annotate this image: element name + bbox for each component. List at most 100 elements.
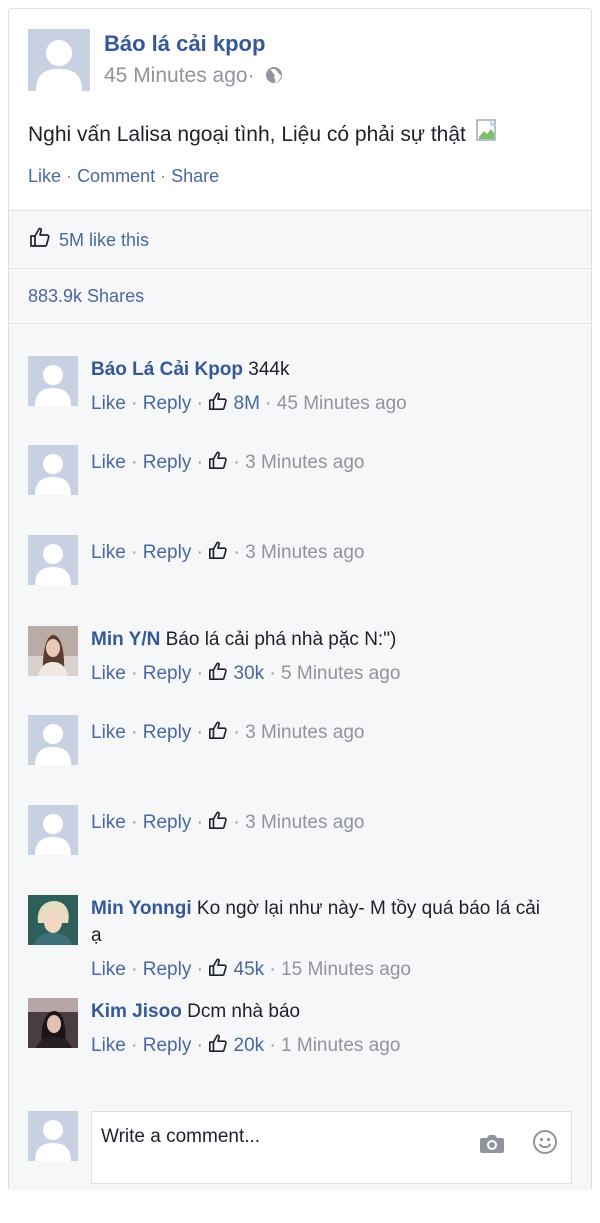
comment-author[interactable]: Báo Lá Cải Kpop [91,359,243,380]
thumbs-up-icon [30,227,50,247]
comment-text: Báo lá cải phá nhà pặc N:") [165,629,397,650]
comment-like-link[interactable]: Like [91,663,126,684]
comment-like-count[interactable]: 20k [234,1035,265,1056]
avatar[interactable] [28,356,78,406]
comment-like-link[interactable]: Like [91,1035,126,1056]
comment-like-link[interactable]: Like [91,812,126,833]
separator: · [259,393,277,414]
comment-item: Like · Reply · · 3 Minutes ago [28,445,573,497]
shares-count[interactable]: 883.9k Shares [28,286,144,307]
separator: · [125,663,143,684]
comment-actions: Like · Reply · · 3 Minutes ago [91,809,571,836]
separator: · [125,959,143,980]
avatar [28,1111,78,1161]
separator: · [125,722,143,743]
comment-time: 3 Minutes ago [245,452,365,473]
avatar[interactable] [28,715,78,765]
thumbs-up-icon [209,392,227,410]
comment-reply-link[interactable]: Reply [143,1035,192,1056]
comment-body: Like · Reply · · 3 Minutes ago [91,445,571,476]
author-avatar[interactable] [28,29,90,91]
comment-like-link[interactable]: Like [91,542,126,563]
comment-author[interactable]: Kim Jisoo [91,1001,182,1022]
separator: · [191,1035,209,1056]
comment-actions: Like · Reply · · 3 Minutes ago [91,719,571,746]
comment-like-count[interactable]: 8M [234,393,260,414]
separator: · [191,722,209,743]
avatar[interactable] [28,998,78,1048]
comment-reply-link[interactable]: Reply [143,452,192,473]
broken-image-icon [475,119,496,141]
post-card: Báo lá cải kpop 45 Minutes ago· Nghi vấn… [8,8,592,1191]
avatar[interactable] [28,805,78,855]
comment-input-placeholder[interactable]: Write a comment... [101,1126,260,1148]
comment-item: Min Y/N Báo lá cải phá nhà pặc N:") Like… [28,626,573,688]
comment-body: Min Y/N Báo lá cải phá nhà pặc N:") Like… [91,626,571,687]
thumbs-up-icon [209,721,227,739]
comment-actions: Like · Reply · · 3 Minutes ago [91,539,571,566]
comment-body: Báo Lá Cải Kpop 344k Like · Reply · 8M ·… [91,356,571,417]
separator: · [125,393,143,414]
separator: · [191,959,209,980]
separator: · [125,542,143,563]
separator: · [228,812,246,833]
post-comment-link[interactable]: Comment [77,166,155,186]
separator: · [191,812,209,833]
smiley-icon[interactable] [532,1129,558,1155]
post-text: Nghi vấn Lalisa ngoại tình, Liệu có phải… [28,123,466,146]
separator: · [191,663,209,684]
post-header: Báo lá cải kpop 45 Minutes ago· [28,29,588,91]
camera-icon[interactable] [479,1132,505,1154]
avatar[interactable] [28,895,78,945]
comment-reply-link[interactable]: Reply [143,393,192,414]
post-like-link[interactable]: Like [28,166,61,186]
thumbs-up-icon [209,541,227,559]
comment-like-link[interactable]: Like [91,393,126,414]
likes-summary: 5M like this [9,210,591,268]
thumbs-up-icon [209,1034,227,1052]
comment-author[interactable]: Min Yonngi [91,898,192,919]
thumbs-up-icon [209,958,227,976]
comment-time: 3 Minutes ago [245,722,365,743]
comment-actions: Like · Reply · 20k · 1 Minutes ago [91,1032,571,1059]
post-author-name[interactable]: Báo lá cải kpop [104,31,265,57]
post-body: Nghi vấn Lalisa ngoại tình, Liệu có phải… [28,119,502,147]
comment-like-count[interactable]: 45k [234,959,265,980]
comment-time: 3 Minutes ago [245,542,365,563]
comment-body: Like · Reply · · 3 Minutes ago [91,805,571,836]
comment-input[interactable]: Write a comment... [91,1111,572,1184]
avatar[interactable] [28,535,78,585]
separator: · [66,166,73,186]
comment-reply-link[interactable]: Reply [143,722,192,743]
comment-reply-link[interactable]: Reply [143,959,192,980]
comment-reply-link[interactable]: Reply [143,663,192,684]
comment-like-link[interactable]: Like [91,959,126,980]
comment-body: Min Yonngi Ko ngờ lại như này- M tồy quá… [91,895,571,983]
likes-count[interactable]: 5M like this [59,230,149,251]
comment-item: Like · Reply · · 3 Minutes ago [28,805,573,857]
comment-reply-link[interactable]: Reply [143,812,192,833]
comment-author[interactable]: Min Y/N [91,629,160,650]
separator: · [264,663,282,684]
comment-item: Like · Reply · · 3 Minutes ago [28,715,573,767]
comment-like-link[interactable]: Like [91,452,126,473]
comment-composer: Write a comment... [28,1111,573,1186]
shares-summary: 883.9k Shares [9,268,591,324]
comment-actions: Like · Reply · · 3 Minutes ago [91,449,571,476]
post-share-link[interactable]: Share [171,166,219,186]
separator: · [160,166,167,186]
avatar[interactable] [28,626,78,676]
thumbs-up-icon [209,811,227,829]
post-timestamp: 45 Minutes ago· [104,64,284,88]
separator: · [191,542,209,563]
comment-reply-link[interactable]: Reply [143,542,192,563]
comment-item: Min Yonngi Ko ngờ lại như này- M tồy quá… [28,895,573,985]
comment-actions: Like · Reply · 8M · 45 Minutes ago [91,390,571,417]
comment-time: 15 Minutes ago [281,959,411,980]
comment-time: 45 Minutes ago [276,393,407,414]
comment-like-link[interactable]: Like [91,722,126,743]
comment-body: Like · Reply · · 3 Minutes ago [91,535,571,566]
comments-section: Báo Lá Cải Kpop 344k Like · Reply · 8M ·… [9,324,591,1191]
avatar[interactable] [28,445,78,495]
comment-like-count[interactable]: 30k [234,663,265,684]
